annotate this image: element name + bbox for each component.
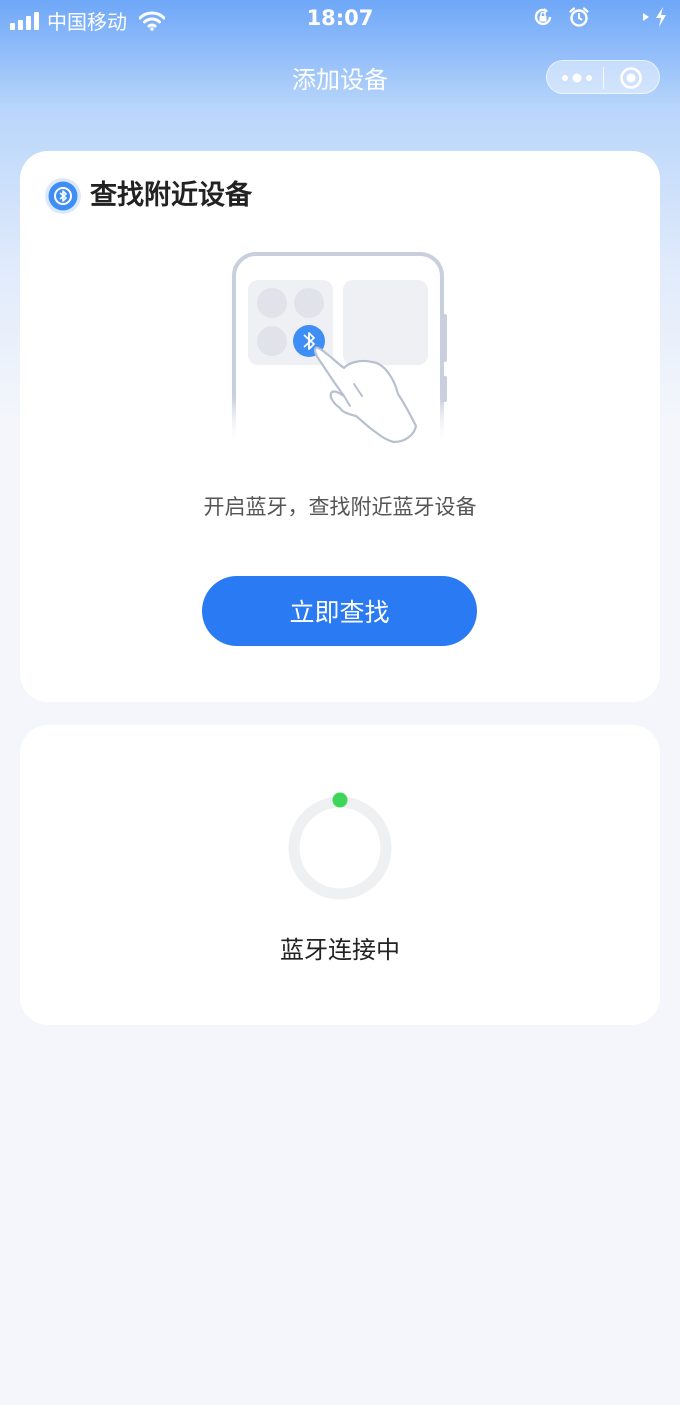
close-target-icon[interactable] <box>619 66 643 90</box>
menu-capsule <box>546 60 660 94</box>
find-devices-card: 查找附近设备 开启蓝牙，查找附近蓝牙设备 立即查找 <box>20 151 660 702</box>
loading-spinner-icon <box>288 792 392 900</box>
alarm-icon <box>569 7 589 27</box>
charging-icon <box>656 7 666 27</box>
status-bar: 中国移动 18:07 <box>0 0 680 38</box>
card-title: 查找附近设备 <box>90 180 252 211</box>
rotation-lock-icon <box>534 8 552 26</box>
bluetooth-connecting-card: 蓝牙连接中 <box>20 725 660 1025</box>
navigation-bar: 添加设备 <box>0 38 680 114</box>
bluetooth-search-icon <box>45 178 81 214</box>
more-dots-icon[interactable] <box>561 71 593 85</box>
capsule-divider <box>603 67 604 89</box>
connection-status: 蓝牙连接中 <box>280 936 400 964</box>
search-now-button[interactable]: 立即查找 <box>202 576 477 646</box>
phone-bluetooth-illustration <box>232 252 447 446</box>
location-arrow-icon <box>643 13 649 21</box>
card-description: 开启蓝牙，查找附近蓝牙设备 <box>203 495 477 519</box>
